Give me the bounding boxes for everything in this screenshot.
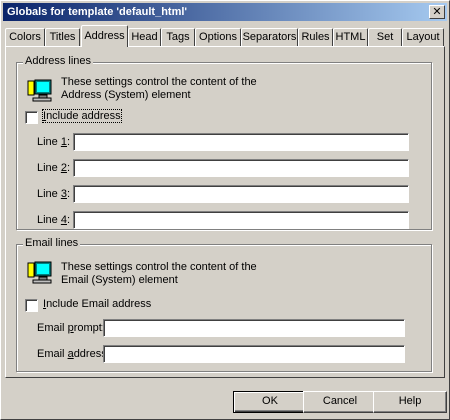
include-address-text: nclude address	[46, 110, 121, 122]
tab-label: Separators	[242, 31, 297, 43]
cancel-label: Cancel	[322, 395, 358, 407]
line1-label-post: :	[66, 136, 71, 148]
address-info-text: These settings control the content of th…	[61, 76, 257, 102]
line2-input[interactable]	[73, 159, 409, 177]
tab-options[interactable]: Options	[195, 28, 241, 46]
tab-label: Tags	[166, 31, 190, 43]
email-info-line1: These settings control the content of th…	[61, 261, 257, 273]
tab-label: Address	[84, 30, 125, 42]
include-email-text: nclude Email address	[46, 298, 152, 310]
include-address-checkbox[interactable]	[25, 111, 38, 124]
line1-label-pre: Line	[37, 136, 61, 148]
tab-label: Set	[376, 31, 394, 43]
tab-titles[interactable]: Titles	[45, 28, 80, 46]
dialog-window: Globals for template 'default_html' ✕ Co…	[0, 0, 450, 420]
tab-label: HTML	[335, 31, 366, 43]
include-email-checkbox[interactable]	[25, 299, 38, 312]
line2-label-post: :	[66, 162, 71, 174]
line4-label-post: :	[66, 214, 71, 226]
email-prompt-label-post: rompt:	[73, 322, 105, 334]
help-button[interactable]: Help	[373, 391, 447, 413]
title-bar[interactable]: Globals for template 'default_html' ✕	[3, 3, 447, 21]
cancel-button[interactable]: Cancel	[303, 391, 377, 413]
email-lines-group: Email lines These settings control the c…	[16, 237, 432, 372]
tab-rules[interactable]: Rules	[298, 28, 333, 46]
help-label: Help	[398, 395, 422, 407]
tab-label: Titles	[49, 31, 76, 43]
address-info-line1: These settings control the content of th…	[61, 76, 257, 88]
address-info-line2: Address (System) element	[61, 89, 191, 101]
tab-label: Rules	[301, 31, 330, 43]
tab-layout[interactable]: Layout	[402, 28, 444, 46]
email-info-line2: Email (System) element	[61, 274, 178, 286]
line4-input[interactable]	[73, 211, 409, 229]
tab-colors[interactable]: Colors	[5, 28, 45, 46]
line3-label-pre: Line	[37, 188, 61, 200]
line2-label-pre: Line	[37, 162, 61, 174]
email-address-input[interactable]	[103, 345, 405, 363]
line3-label: Line 3:	[37, 188, 70, 200]
computer-info-icon	[27, 261, 52, 284]
line4-label: Line 4:	[37, 214, 70, 226]
address-lines-group: Address lines These settings control the…	[16, 55, 432, 230]
line3-input[interactable]	[73, 185, 409, 203]
tab-html[interactable]: HTML	[333, 28, 368, 46]
email-group-title: Email lines	[23, 237, 81, 249]
include-email-label[interactable]: Include Email address	[43, 298, 151, 310]
tab-panel: Address lines These settings control the…	[5, 46, 445, 378]
computer-info-icon	[27, 79, 52, 102]
line1-input[interactable]	[73, 133, 409, 151]
tab-label: Colors	[9, 31, 41, 43]
close-icon: ✕	[432, 6, 442, 18]
line4-label-pre: Line	[37, 214, 61, 226]
ok-label: OK	[262, 395, 278, 407]
tab-set[interactable]: Set	[368, 28, 402, 46]
tab-address[interactable]: Address	[81, 25, 128, 47]
tab-label: Head	[131, 31, 158, 43]
tab-label: Layout	[406, 31, 440, 43]
tab-separators[interactable]: Separators	[241, 28, 298, 46]
ok-button[interactable]: OK	[233, 391, 307, 413]
tab-tags[interactable]: Tags	[161, 28, 195, 46]
close-button[interactable]: ✕	[429, 5, 445, 19]
email-prompt-label-pre: Email	[37, 322, 68, 334]
email-prompt-label: Email prompt:	[37, 322, 105, 334]
email-address-label-pre: Email	[37, 348, 68, 360]
address-group-title: Address lines	[23, 55, 94, 67]
email-info-text: These settings control the content of th…	[61, 261, 257, 287]
line2-label: Line 2:	[37, 162, 70, 174]
tab-head[interactable]: Head	[128, 28, 161, 46]
line1-label: Line 1:	[37, 136, 70, 148]
tab-label: Options	[199, 31, 237, 43]
include-address-label[interactable]: Include address	[42, 109, 122, 123]
email-prompt-input[interactable]	[103, 319, 405, 337]
window-title: Globals for template 'default_html'	[7, 6, 188, 18]
line3-label-post: :	[66, 188, 71, 200]
email-address-label: Email address:	[37, 348, 110, 360]
